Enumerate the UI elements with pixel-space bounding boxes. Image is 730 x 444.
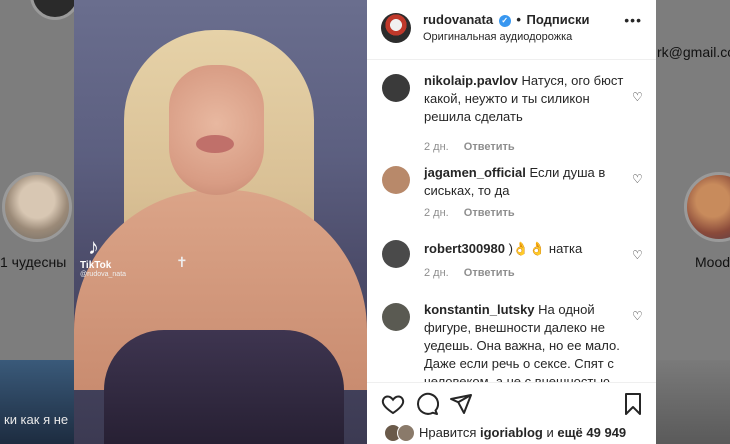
like-comment-heart-icon[interactable]: ♡: [632, 172, 646, 186]
comment-meta: 2 дн. Ответить: [424, 267, 515, 279]
comment-meta: 2 дн. Ответить: [424, 141, 515, 153]
commenter-avatar[interactable]: [382, 74, 410, 102]
comment-time: 2 дн.: [424, 267, 449, 279]
cross-pendant-icon: ✝: [176, 254, 188, 270]
like-comment-heart-icon[interactable]: ♡: [632, 309, 646, 323]
tiktok-watermark: ♪ TikTok @rudova_nata: [80, 234, 126, 278]
comment-body: robert300980 )👌👌 натка: [424, 240, 624, 258]
like-comment-heart-icon[interactable]: ♡: [632, 248, 646, 262]
reply-button[interactable]: Ответить: [464, 207, 515, 219]
audio-track-link[interactable]: Оригинальная аудиодорожка: [423, 31, 572, 43]
post-detail-panel: rudovanata ✓ • Подписки Оригинальная ауд…: [367, 0, 656, 444]
comment-meta: 2 дн. Ответить: [424, 207, 515, 219]
comment-username[interactable]: konstantin_lutsky: [424, 302, 535, 317]
commenter-avatar[interactable]: [382, 303, 410, 331]
separator-dot: •: [516, 12, 521, 27]
likes-count-button[interactable]: ещё 49 949: [557, 425, 626, 440]
post-header: rudovanata ✓ • Подписки Оригинальная ауд…: [367, 0, 656, 60]
background-story-avatar: [30, 0, 80, 20]
save-bookmark-icon[interactable]: [621, 392, 645, 416]
tiktok-handle: @rudova_nata: [80, 271, 127, 278]
comment-body: konstantin_lutsky На одной фигуре, внешн…: [424, 301, 624, 382]
author-username[interactable]: rudovanata: [423, 12, 493, 27]
following-button[interactable]: Подписки: [527, 12, 590, 27]
liker-username[interactable]: igoriablog: [480, 425, 543, 440]
commenter-avatar[interactable]: [382, 240, 410, 268]
author-line: rudovanata ✓ • Подписки: [423, 12, 589, 27]
tiktok-logo-icon: ♪: [88, 234, 99, 259]
comment-time: 2 дн.: [424, 207, 449, 219]
author-avatar[interactable]: [381, 13, 411, 43]
comment-text: )👌👌 натка: [508, 241, 583, 256]
likes-summary: Нравится igoriablog и ещё 49 949: [367, 422, 656, 444]
comment-username[interactable]: jagamen_official: [424, 165, 526, 180]
tiktok-brand-label: TikTok: [80, 260, 112, 271]
likes-text: Нравится igoriablog и ещё 49 949: [419, 425, 626, 440]
post-actions-bar: [367, 382, 656, 422]
comment-body: jagamen_official Если душа в сиськах, то…: [424, 164, 624, 200]
comment-username[interactable]: nikolaip.pavlov: [424, 73, 518, 88]
likes-and: и: [546, 425, 554, 440]
reply-button[interactable]: Ответить: [464, 141, 515, 153]
likes-prefix: Нравится: [419, 425, 477, 440]
more-options-icon[interactable]: •••: [624, 12, 642, 28]
background-highlight-caption-right: Mood: [695, 254, 730, 270]
commenter-avatar[interactable]: [382, 166, 410, 194]
comment-bubble-icon[interactable]: [415, 392, 439, 416]
background-bio-text: rk@gmail.co: [657, 44, 730, 60]
video-subject-lips: [196, 135, 234, 153]
share-paper-plane-icon[interactable]: [449, 392, 473, 416]
background-highlight-avatar-right: [684, 172, 730, 242]
background-post-thumbnail-left: ки как я не: [0, 360, 74, 444]
background-highlight-avatar-left: [2, 172, 72, 242]
comment-body: nikolaip.pavlov Натуся, ого бюст какой, …: [424, 72, 624, 126]
like-comment-heart-icon[interactable]: ♡: [632, 90, 646, 104]
background-post-thumbnail-right: [656, 360, 730, 444]
background-post-caption: ки как я не: [4, 412, 69, 427]
background-highlight-caption-left: 1 чудесны: [0, 254, 67, 270]
video-player[interactable]: ✝ ♪ TikTok @rudova_nata: [74, 0, 367, 444]
like-heart-icon[interactable]: [381, 392, 405, 416]
video-subject-dress: [104, 330, 344, 444]
liker-avatar[interactable]: [397, 424, 415, 442]
video-subject-face: [169, 65, 264, 195]
verified-badge-icon: ✓: [498, 14, 511, 27]
comments-list[interactable]: nikolaip.pavlov Натуся, ого бюст какой, …: [367, 60, 656, 382]
comment-time: 2 дн.: [424, 141, 449, 153]
comment-username[interactable]: robert300980: [424, 241, 505, 256]
reply-button[interactable]: Ответить: [464, 267, 515, 279]
